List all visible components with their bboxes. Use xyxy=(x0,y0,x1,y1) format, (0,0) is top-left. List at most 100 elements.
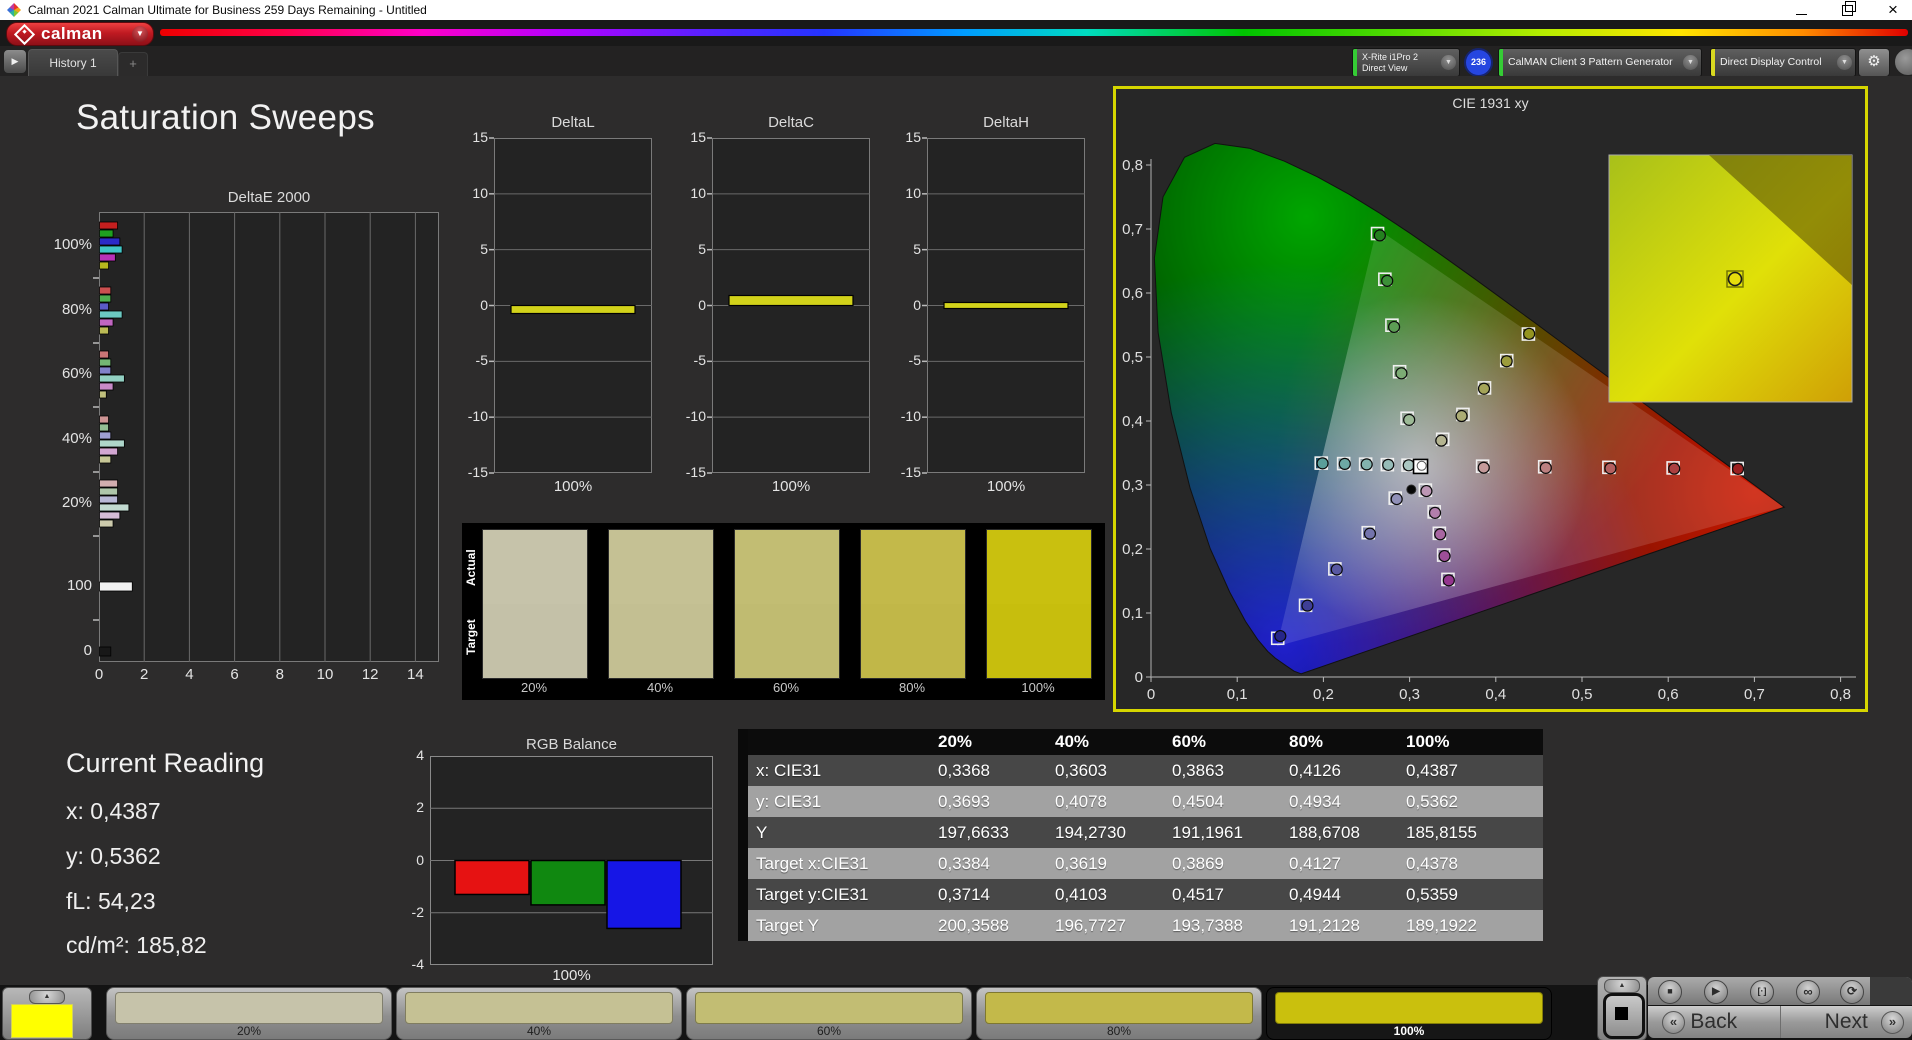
pattern-label: 40% xyxy=(397,1024,681,1038)
edge-button[interactable] xyxy=(1894,48,1912,76)
table-cell: 194,2730 xyxy=(1055,823,1172,843)
pattern-swatch xyxy=(695,992,963,1024)
pattern-tile-100%[interactable]: 100% xyxy=(1266,987,1552,1040)
continuous-measure-button[interactable]: ∞ xyxy=(1796,980,1820,1004)
deltac-title: DeltaC xyxy=(712,114,870,131)
svg-text:0,6: 0,6 xyxy=(1122,285,1143,302)
svg-text:0,8: 0,8 xyxy=(1830,686,1851,703)
pattern-tile-60%[interactable]: 60% xyxy=(686,987,972,1040)
source-dropdown[interactable]: CalMAN Client 3 Pattern Generator ▼ xyxy=(1498,48,1702,77)
chevron-down-icon[interactable]: ▼ xyxy=(1837,55,1852,70)
pattern-label: 80% xyxy=(977,1024,1261,1038)
table-cell: 200,3588 xyxy=(938,916,1055,936)
meter-count-badge[interactable]: 236 xyxy=(1464,48,1493,77)
measurement-table: 20%40%60%80%100%x: CIE310,33680,36030,38… xyxy=(738,729,1543,941)
back-button[interactable]: « Back xyxy=(1648,1006,1780,1038)
navigation-buttons: « Back Next » xyxy=(1648,1006,1912,1038)
target-row-label: Target xyxy=(464,601,480,673)
swatch-100% xyxy=(986,529,1092,679)
play-measure-button[interactable]: ▶ xyxy=(1704,980,1728,1004)
add-tab-button[interactable]: + xyxy=(118,52,148,77)
panel-expander-button[interactable]: ▶ xyxy=(3,49,27,74)
pattern-tile-80%[interactable]: 80% xyxy=(976,987,1262,1040)
deltae2000-title: DeltaE 2000 xyxy=(99,189,439,206)
svg-text:0,6: 0,6 xyxy=(1658,686,1679,703)
reading-x: x: 0,4387 xyxy=(66,798,161,825)
svg-text:0,2: 0,2 xyxy=(1313,686,1334,703)
table-cell: 0,4934 xyxy=(1289,792,1406,812)
next-label: Next xyxy=(1825,1010,1868,1033)
app-header: calman ▼ xyxy=(0,20,1912,46)
chevron-down-icon[interactable]: ▼ xyxy=(1441,55,1456,70)
deltal-xlabel: 100% xyxy=(494,478,652,495)
table-cell: 185,8155 xyxy=(1406,823,1523,843)
reading-fl: fL: 54,23 xyxy=(66,888,156,915)
deltac-chart xyxy=(712,138,870,473)
table-cell: 0,4944 xyxy=(1289,885,1406,905)
deltae-x-tick: 0 xyxy=(84,666,114,683)
deltae-row-label: 60% xyxy=(14,365,92,382)
deltae-x-tick: 10 xyxy=(310,666,340,683)
single-measure-button[interactable]: [·] xyxy=(1750,980,1774,1004)
stop-icon xyxy=(1615,1007,1628,1020)
back-label: Back xyxy=(1690,1010,1737,1033)
restore-button[interactable] xyxy=(1832,0,1862,20)
deltaL-y-tick: 0 xyxy=(450,297,488,313)
rgb-y-tick: 0 xyxy=(388,852,424,868)
current-pattern-tile[interactable]: ▲ xyxy=(2,987,92,1040)
column-header: 100% xyxy=(1406,732,1523,752)
deltaC-y-tick: 10 xyxy=(668,185,706,201)
deltaC-y-tick: 5 xyxy=(668,241,706,257)
deltaL-y-tick: 10 xyxy=(450,185,488,201)
table-cell: 0,4127 xyxy=(1289,854,1406,874)
deltaL-y-tick: -15 xyxy=(450,464,488,480)
stop-pattern-button[interactable] xyxy=(1603,993,1645,1039)
svg-text:0,8: 0,8 xyxy=(1122,157,1143,174)
table-cell: 193,7388 xyxy=(1172,916,1289,936)
swatch-actual xyxy=(861,530,965,604)
tab-history-1[interactable]: History 1 xyxy=(28,49,118,77)
table-row: Y197,6633194,2730191,1961188,6708185,815… xyxy=(748,817,1543,848)
deltah-title: DeltaH xyxy=(927,114,1085,131)
rgb-balance-chart xyxy=(430,756,713,965)
chevron-down-icon[interactable]: ▼ xyxy=(1683,55,1698,70)
reading-y: y: 0,5362 xyxy=(66,843,161,870)
swatch-20% xyxy=(482,529,588,679)
arrow-up-icon[interactable]: ▲ xyxy=(1604,979,1640,993)
deltaH-y-tick: 15 xyxy=(883,129,921,145)
rgb-y-tick: -2 xyxy=(388,904,424,920)
meter-dropdown[interactable]: X-Rite i1Pro 2 Direct View ▼ xyxy=(1352,48,1460,77)
rgb-y-tick: 2 xyxy=(388,799,424,815)
arrow-up-icon[interactable]: ▲ xyxy=(29,990,65,1004)
refresh-button[interactable]: ⟳ xyxy=(1840,980,1864,1004)
cie-1931-panel: CIE 1931 xy 000,10,10,20,20,30,30,40,40,… xyxy=(1113,86,1868,712)
deltaC-y-tick: -10 xyxy=(668,408,706,424)
deltaL-y-tick: 15 xyxy=(450,129,488,145)
deltae-x-tick: 4 xyxy=(174,666,204,683)
display-control-dropdown[interactable]: Direct Display Control ▼ xyxy=(1710,48,1856,77)
pattern-toolbar: ▲ 20%40%60%80%100% ▲ ■ ▶ [·] ∞ ⟳ « Back … xyxy=(0,985,1912,1040)
deltaL-y-tick: -10 xyxy=(450,408,488,424)
pattern-tile-20%[interactable]: 20% xyxy=(106,987,392,1040)
next-button[interactable]: Next » xyxy=(1780,1006,1912,1038)
pattern-tile-40%[interactable]: 40% xyxy=(396,987,682,1040)
chevron-down-icon[interactable]: ▼ xyxy=(132,26,148,42)
calman-menu-button[interactable]: calman ▼ xyxy=(6,22,154,46)
table-cell: 0,4504 xyxy=(1172,792,1289,812)
deltal-chart xyxy=(494,138,652,473)
minimize-button[interactable] xyxy=(1786,0,1816,20)
swatch-60% xyxy=(734,529,840,679)
table-cell: 191,2128 xyxy=(1289,916,1406,936)
svg-text:0,4: 0,4 xyxy=(1122,413,1143,430)
table-cell: 0,4387 xyxy=(1406,761,1523,781)
stop-measure-button[interactable]: ■ xyxy=(1658,980,1682,1004)
deltah-chart xyxy=(927,138,1085,473)
titlebar: Calman 2021 Calman Ultimate for Business… xyxy=(0,0,1912,20)
swatch-actual xyxy=(609,530,713,604)
rainbow-strip xyxy=(160,29,1908,36)
rgb-xlabel: 100% xyxy=(430,967,713,984)
close-button[interactable]: × xyxy=(1878,0,1908,20)
deltae-x-tick: 14 xyxy=(400,666,430,683)
table-row: Target x:CIE310,33840,36190,38690,41270,… xyxy=(748,848,1543,879)
settings-button[interactable]: ⚙ xyxy=(1858,48,1890,77)
